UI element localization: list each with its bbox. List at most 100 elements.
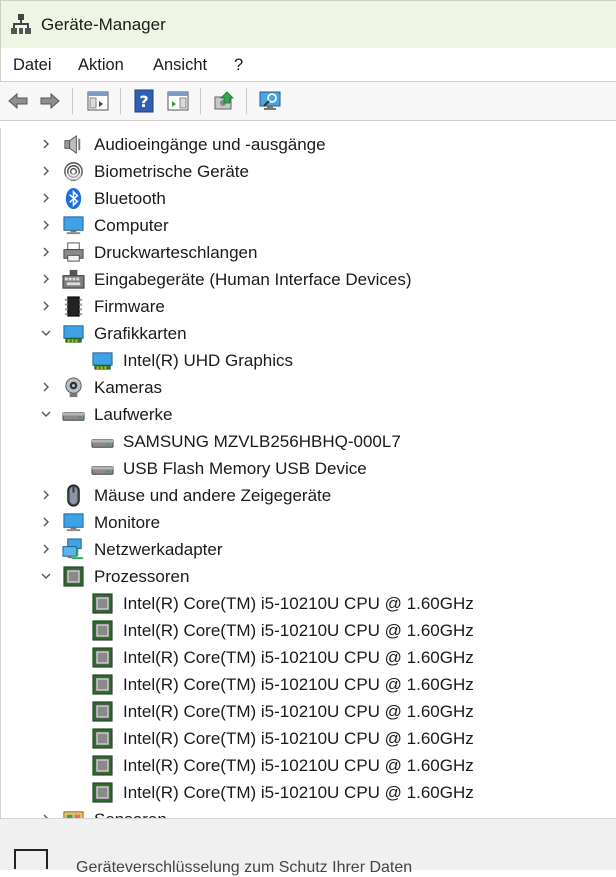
forward-arrow-icon[interactable] — [38, 89, 62, 113]
tree-device[interactable]: Intel(R) Core(TM) i5-10210U CPU @ 1.60GH… — [1, 698, 616, 725]
display-adapter-icon — [92, 352, 113, 370]
chevron-right-icon[interactable] — [39, 137, 53, 151]
chevron-down-icon[interactable] — [39, 407, 53, 421]
help-icon[interactable]: ? — [132, 89, 156, 113]
tree-item-label: Kameras — [94, 378, 163, 397]
tree-item-label: Monitore — [94, 513, 161, 532]
device-manager-icon — [11, 14, 31, 34]
tree-device[interactable]: Intel(R) Core(TM) i5-10210U CPU @ 1.60GH… — [1, 590, 616, 617]
chevron-right-icon[interactable] — [39, 218, 53, 232]
menu-datei[interactable]: Datei — [13, 56, 52, 75]
tree-device[interactable]: Intel(R) UHD Graphics — [1, 347, 616, 374]
tree-item-label: Druckwarteschlangen — [94, 243, 258, 262]
menu-bar: Datei Aktion Ansicht ? — [0, 48, 616, 81]
status-bar: Geräteverschlüsselung zum Schutz Ihrer D… — [0, 818, 616, 876]
svg-text:?: ? — [139, 92, 148, 111]
toolbar-separator — [200, 88, 201, 114]
back-arrow-icon[interactable] — [6, 89, 30, 113]
chevron-right-icon[interactable] — [39, 245, 53, 259]
menu-aktion[interactable]: Aktion — [78, 56, 124, 75]
fingerprint-icon — [64, 162, 83, 181]
window-title: Geräte-Manager — [41, 15, 166, 34]
tree-device[interactable]: Intel(R) Core(TM) i5-10210U CPU @ 1.60GH… — [1, 671, 616, 698]
hid-icon — [62, 269, 85, 289]
tree-category[interactable]: Computer — [1, 212, 616, 239]
mouse-icon — [67, 484, 80, 507]
chevron-down-icon[interactable] — [39, 569, 53, 583]
tree-item-label: USB Flash Memory USB Device — [123, 459, 367, 478]
chevron-right-icon[interactable] — [39, 515, 53, 529]
tree-item-label: Grafikkarten — [94, 324, 187, 343]
tree-item-label: Intel(R) Core(TM) i5-10210U CPU @ 1.60GH… — [123, 675, 474, 694]
chevron-down-icon[interactable] — [39, 326, 53, 340]
network-icon — [62, 538, 84, 560]
toolbar: ? — [0, 81, 616, 121]
tree-item-label: Intel(R) Core(TM) i5-10210U CPU @ 1.60GH… — [123, 756, 474, 775]
update-driver-icon[interactable] — [212, 89, 236, 113]
drive-icon — [62, 412, 85, 421]
chevron-right-icon[interactable] — [39, 299, 53, 313]
tree-category[interactable]: Druckwarteschlangen — [1, 239, 616, 266]
tree-device[interactable]: Intel(R) Core(TM) i5-10210U CPU @ 1.60GH… — [1, 779, 616, 806]
chevron-right-icon[interactable] — [39, 380, 53, 394]
chevron-right-icon[interactable] — [39, 542, 53, 556]
tree-device[interactable]: SAMSUNG MZVLB256HBHQ-000L7 — [1, 428, 616, 455]
tree-item-label: Intel(R) UHD Graphics — [123, 351, 294, 370]
firmware-icon — [64, 296, 83, 317]
tree-category[interactable]: Grafikkarten — [1, 320, 616, 347]
camera-icon — [65, 377, 82, 398]
tree-item-label: SAMSUNG MZVLB256HBHQ-000L7 — [123, 432, 401, 451]
processor-icon — [92, 647, 113, 668]
tree-item-label: Mäuse und andere Zeigegeräte — [94, 486, 332, 505]
tree-device[interactable]: Intel(R) Core(TM) i5-10210U CPU @ 1.60GH… — [1, 644, 616, 671]
tree-category[interactable]: Bluetooth — [1, 185, 616, 212]
tree-item-label: Intel(R) Core(TM) i5-10210U CPU @ 1.60GH… — [123, 621, 474, 640]
tree-category[interactable]: Eingabegeräte (Human Interface Devices) — [1, 266, 616, 293]
tree-device[interactable]: USB Flash Memory USB Device — [1, 455, 616, 482]
scan-hardware-icon[interactable] — [258, 89, 282, 113]
tree-item-label: Biometrische Geräte — [94, 162, 249, 181]
speaker-icon — [64, 134, 81, 155]
tree-item-label: Intel(R) Core(TM) i5-10210U CPU @ 1.60GH… — [123, 648, 474, 667]
sensor-icon — [63, 811, 84, 818]
display-adapter-icon — [63, 325, 84, 343]
tree-category[interactable]: Mäuse und andere Zeigegeräte — [1, 482, 616, 509]
tree-item-label: Prozessoren — [94, 567, 190, 586]
processor-icon — [92, 755, 113, 776]
tree-category[interactable]: Sensoren — [1, 806, 616, 818]
tree-item-label: Eingabegeräte (Human Interface Devices) — [94, 270, 412, 289]
tree-device[interactable]: Intel(R) Core(TM) i5-10210U CPU @ 1.60GH… — [1, 725, 616, 752]
tree-item-label: Computer — [94, 216, 169, 235]
menu-ansicht[interactable]: Ansicht — [153, 56, 207, 75]
tree-device[interactable]: Intel(R) Core(TM) i5-10210U CPU @ 1.60GH… — [1, 617, 616, 644]
tree-item-label: Intel(R) Core(TM) i5-10210U CPU @ 1.60GH… — [123, 783, 474, 802]
tree-category[interactable]: Kameras — [1, 374, 616, 401]
computer-icon — [63, 216, 84, 235]
processor-icon — [92, 674, 113, 695]
tree-device[interactable]: Intel(R) Core(TM) i5-10210U CPU @ 1.60GH… — [1, 752, 616, 779]
footer-text: Geräteverschlüsselung zum Schutz Ihrer D… — [76, 859, 413, 876]
tree-item-label: Intel(R) Core(TM) i5-10210U CPU @ 1.60GH… — [123, 702, 474, 721]
chevron-right-icon[interactable] — [39, 191, 53, 205]
chevron-right-icon[interactable] — [39, 164, 53, 178]
action-pane-icon[interactable] — [166, 89, 190, 113]
drive-icon — [91, 439, 114, 448]
processor-icon — [92, 728, 113, 749]
chevron-right-icon[interactable] — [39, 272, 53, 286]
tree-category[interactable]: Laufwerke — [1, 401, 616, 428]
console-tree-icon[interactable] — [86, 89, 110, 113]
bluetooth-icon — [65, 187, 82, 210]
tree-item-label: Intel(R) Core(TM) i5-10210U CPU @ 1.60GH… — [123, 729, 474, 748]
tree-category[interactable]: Netzwerkadapter — [1, 536, 616, 563]
tree-item-label: Netzwerkadapter — [94, 540, 223, 559]
toolbar-separator — [120, 88, 121, 114]
tree-category[interactable]: Monitore — [1, 509, 616, 536]
tree-category[interactable]: Audioeingänge und -ausgänge — [1, 131, 616, 158]
tree-category[interactable]: Firmware — [1, 293, 616, 320]
tree-category[interactable]: Prozessoren — [1, 563, 616, 590]
processor-icon — [92, 620, 113, 641]
menu-help[interactable]: ? — [234, 56, 243, 75]
tree-category[interactable]: Biometrische Geräte — [1, 158, 616, 185]
toolbar-separator — [246, 88, 247, 114]
chevron-right-icon[interactable] — [39, 488, 53, 502]
